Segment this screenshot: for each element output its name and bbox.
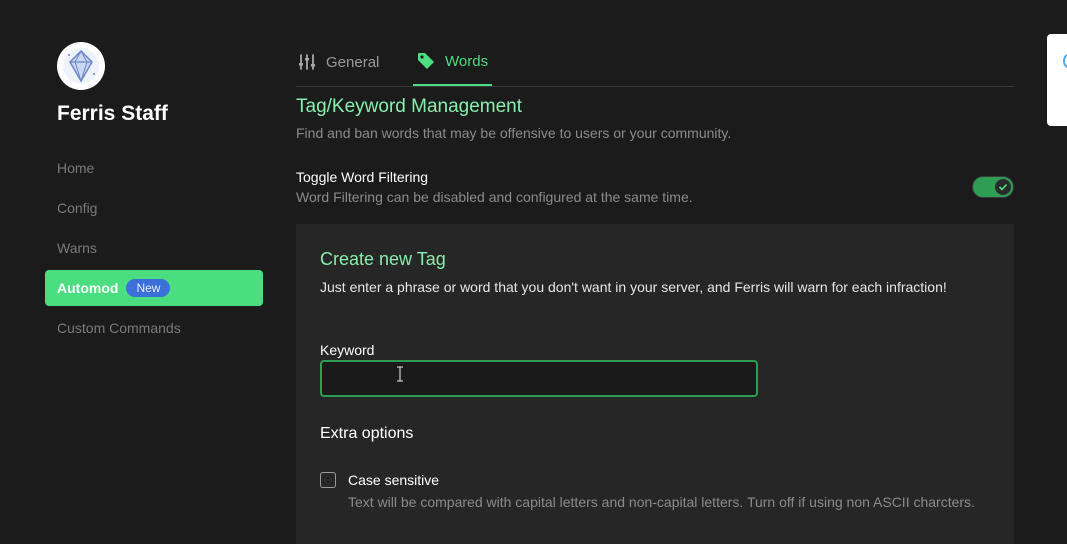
option-description: Text will be compared with capital lette… — [348, 494, 975, 510]
sidebar-item-warns[interactable]: Warns — [45, 230, 263, 266]
section-description: Find and ban words that may be offensive… — [296, 125, 732, 141]
sidebar-item-label: Config — [57, 200, 98, 216]
sidebar-item-label: Home — [57, 160, 95, 176]
tab-words[interactable]: Words — [413, 38, 493, 86]
sidebar-item-label: Custom Commands — [57, 320, 181, 336]
info-icon — [1063, 54, 1067, 68]
new-badge: New — [126, 279, 171, 297]
edge-popup[interactable] — [1047, 34, 1067, 126]
tab-general[interactable]: General — [298, 38, 379, 86]
sidebar-item-label: Warns — [57, 240, 97, 256]
sidebar-item-home[interactable]: Home — [45, 150, 263, 186]
tab-bar: General Words — [296, 38, 1014, 87]
tab-label: General — [326, 53, 380, 71]
card-description: Just enter a phrase or word that you don… — [320, 279, 947, 295]
tab-label: Words — [445, 52, 489, 70]
sliders-icon — [298, 54, 316, 70]
toggle-title: Toggle Word Filtering — [296, 169, 429, 185]
toggle-knob — [995, 179, 1011, 195]
tag-icon — [417, 52, 435, 70]
word-filtering-toggle[interactable] — [972, 176, 1014, 198]
sidebar-nav: Home Config Warns Automod New Custom Com… — [45, 150, 263, 350]
keyword-label: Keyword — [320, 342, 375, 358]
card-title: Create new Tag — [320, 249, 446, 269]
sidebar-item-config[interactable]: Config — [45, 190, 263, 226]
section-title: Tag/Keyword Management — [296, 96, 523, 117]
sidebar-item-automod[interactable]: Automod New — [45, 270, 263, 306]
toggle-description: Word Filtering can be disabled and confi… — [296, 189, 693, 205]
sidebar-item-label: Automod — [57, 280, 119, 296]
sidebar-item-custom-commands[interactable]: Custom Commands — [45, 310, 263, 346]
extra-options-title: Extra options — [320, 425, 414, 442]
diamond-logo-icon — [63, 48, 99, 84]
server-name: Ferris Staff — [57, 102, 168, 125]
server-avatar[interactable] — [57, 42, 105, 90]
case-sensitive-checkbox[interactable] — [320, 472, 336, 488]
keyword-input[interactable] — [320, 360, 758, 397]
text-cursor-icon — [397, 366, 403, 382]
check-icon — [998, 183, 1008, 191]
create-tag-card: Create new Tag Just enter a phrase or wo… — [296, 224, 1014, 544]
option-title: Case sensitive — [348, 472, 440, 488]
